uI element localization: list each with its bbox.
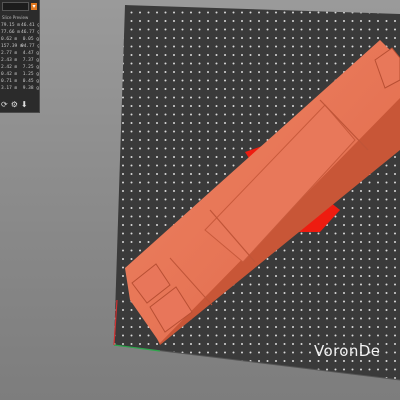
export-icon[interactable]: ⬇ xyxy=(21,100,28,109)
stats-row: 3.17 m 9.38 g xyxy=(0,85,39,92)
stats-row: 0.42 m 1.25 g xyxy=(0,71,39,78)
stats-row: 79.15 m 46.41 g xyxy=(0,22,39,29)
stats-weight: 0.05 g xyxy=(22,37,39,42)
stats-row: 77.66 m 46.77 g xyxy=(0,29,39,36)
stats-length: 79.15 m xyxy=(1,23,20,28)
stats-length: 157.39 m xyxy=(1,44,23,49)
stats-length: 0.62 m xyxy=(1,37,18,42)
stats-row: 2.42 m 7.25 g xyxy=(0,64,39,71)
bed-label: VoronDe xyxy=(314,342,381,360)
stats-row: 157.39 m 94.77 g xyxy=(0,43,39,50)
stats-row: 0.62 m 0.05 g xyxy=(0,36,39,43)
stats-length: 2.42 m xyxy=(1,65,18,70)
stats-length: 0.71 m xyxy=(1,79,18,84)
stats-length: 77.66 m xyxy=(1,30,20,35)
stats-length: 2.77 m xyxy=(1,51,18,56)
stats-row: 0.71 m 0.45 g xyxy=(0,78,39,85)
panel-footer: ⟳ ⚙ ⬇ xyxy=(0,99,39,109)
stats-row: 2.77 m 4.47 g xyxy=(0,50,39,57)
stats-weight: 7.37 g xyxy=(22,58,39,63)
chevron-down-icon[interactable]: ▾ xyxy=(31,3,37,10)
settings-icon[interactable]: ⚙ xyxy=(11,100,18,109)
stats-length: 2.43 m xyxy=(1,58,18,63)
3d-scene: VoronDe ▾ Slice Preview 79.15 m 46.41 g 77… xyxy=(0,0,400,400)
viewport[interactable] xyxy=(0,0,400,400)
stats-table: 79.15 m 46.41 g 77.66 m 46.77 g 0.62 m 0.05 g… xyxy=(0,22,39,92)
stats-weight: 46.41 g xyxy=(21,23,40,28)
stats-weight: 46.77 g xyxy=(21,30,40,35)
orient-icon[interactable]: ⟳ xyxy=(1,100,8,109)
panel-header: ▾ xyxy=(0,0,39,13)
stats-length: 3.17 m xyxy=(1,86,18,91)
slice-info-panel[interactable]: ▾ Slice Preview 79.15 m 46.41 g 77.66 m 46.… xyxy=(0,0,40,113)
stats-row: 2.43 m 7.37 g xyxy=(0,57,39,64)
stats-weight: 9.38 g xyxy=(22,86,39,91)
stats-weight: 0.45 g xyxy=(22,79,39,84)
stats-weight: 1.25 g xyxy=(22,72,39,77)
stats-length: 0.42 m xyxy=(1,72,18,77)
panel-subtitle: Slice Preview xyxy=(2,15,29,20)
stats-weight: 7.25 g xyxy=(22,65,39,70)
stats-weight: 4.47 g xyxy=(22,51,39,56)
stats-weight: 94.77 g xyxy=(21,44,40,49)
panel-title xyxy=(2,2,29,11)
